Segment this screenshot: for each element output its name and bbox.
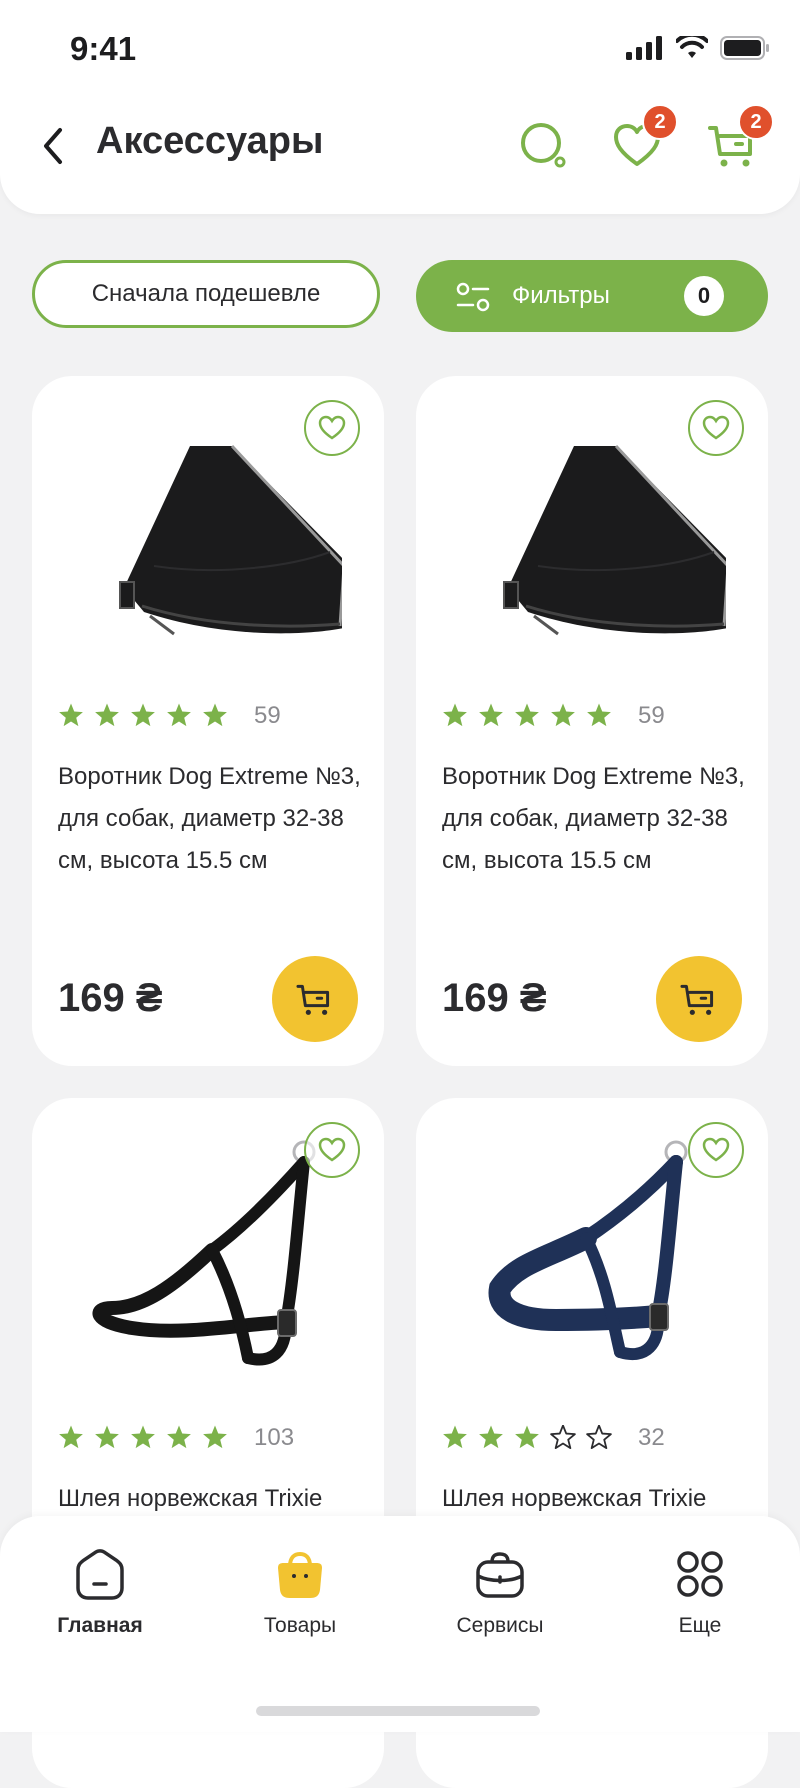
heart-icon — [702, 415, 730, 440]
star-filled-icon — [131, 703, 155, 727]
star-empty-icon — [586, 1425, 612, 1450]
star-filled-icon — [479, 703, 503, 727]
star-filled-icon — [167, 703, 191, 727]
home-icon — [76, 1549, 124, 1600]
sort-label: Сначала подешевле — [91, 280, 321, 307]
cart-icon — [296, 984, 330, 1015]
favorite-toggle[interactable] — [688, 1122, 744, 1178]
star-filled-icon — [515, 703, 539, 727]
product-card[interactable]: 59 Воротник Dog Extreme №3, для собак, д… — [416, 376, 768, 1066]
cart-badge: 2 — [738, 104, 774, 140]
star-filled-icon — [515, 1425, 539, 1449]
favorites-button[interactable]: 2 — [610, 104, 678, 172]
star-filled-icon — [479, 1425, 503, 1449]
heart-icon — [318, 1137, 346, 1162]
filter-label: Фильтры — [512, 282, 610, 309]
nav-label: Товары — [263, 1614, 337, 1637]
star-filled-icon — [95, 1425, 119, 1449]
cart-button[interactable]: 2 — [706, 104, 774, 172]
wifi-icon — [676, 36, 708, 58]
home-indicator — [256, 1706, 540, 1716]
star-filled-icon — [203, 1425, 227, 1449]
star-filled-icon — [443, 703, 467, 727]
search-icon — [521, 123, 566, 168]
product-name[interactable]: Шлея норвежская Trixie — [58, 1478, 368, 1520]
heart-icon — [702, 1137, 730, 1162]
status-time: 9:41 — [70, 30, 137, 67]
nav-label: Главная — [57, 1614, 143, 1637]
search-button[interactable] — [516, 118, 570, 172]
battery-icon — [720, 36, 769, 60]
add-to-cart-button[interactable] — [656, 956, 742, 1042]
nav-products[interactable]: Товары — [220, 1546, 380, 1638]
product-price: 169 ₴ — [442, 976, 547, 1020]
add-to-cart-button[interactable] — [272, 956, 358, 1042]
filter-icon — [456, 282, 490, 312]
navy-harness-image — [488, 1140, 688, 1360]
status-icons — [626, 36, 770, 60]
bag-icon — [278, 1551, 322, 1598]
favorites-badge: 2 — [642, 104, 678, 140]
star-filled-icon — [443, 1425, 467, 1449]
nav-home[interactable]: Главная — [20, 1546, 180, 1638]
filter-count: 0 — [684, 276, 724, 316]
review-count: 32 — [638, 1424, 665, 1451]
star-rating — [443, 703, 611, 727]
rating: 32 — [442, 1424, 665, 1452]
star-filled-icon — [59, 703, 83, 727]
star-filled-icon — [95, 703, 119, 727]
nav-services[interactable]: Сервисы — [420, 1546, 580, 1638]
sort-button[interactable]: Сначала подешевле — [32, 260, 380, 328]
black-cone-collar-image — [119, 444, 342, 636]
bottom-navigation: Главная Товары Сервисы Еще — [0, 1516, 800, 1732]
favorite-toggle[interactable] — [304, 1122, 360, 1178]
review-count: 103 — [254, 1424, 295, 1451]
star-filled-icon — [59, 1425, 83, 1449]
product-name[interactable]: Шлея норвежская Trixie — [442, 1478, 752, 1520]
product-name[interactable]: Воротник Dog Extreme №3, для собак, диам… — [442, 756, 752, 882]
black-cone-collar-image — [503, 444, 726, 636]
star-filled-icon — [203, 703, 227, 727]
signal-icon — [626, 36, 662, 60]
page-title: Аксессуары — [96, 120, 324, 162]
back-button[interactable] — [36, 120, 72, 172]
favorite-toggle[interactable] — [688, 400, 744, 456]
star-filled-icon — [131, 1425, 155, 1449]
cart-icon — [680, 984, 714, 1015]
nav-more[interactable]: Еще — [620, 1546, 780, 1638]
review-count: 59 — [254, 702, 281, 729]
star-filled-icon — [551, 703, 575, 727]
review-count: 59 — [638, 702, 665, 729]
star-rating — [59, 703, 227, 727]
favorite-toggle[interactable] — [304, 400, 360, 456]
star-empty-icon — [550, 1425, 576, 1450]
star-filled-icon — [167, 1425, 191, 1449]
grid-icon — [677, 1551, 723, 1597]
nav-label: Сервисы — [456, 1614, 544, 1637]
star-filled-icon — [587, 703, 611, 727]
star-rating — [443, 1425, 612, 1450]
product-name[interactable]: Воротник Dog Extreme №3, для собак, диам… — [58, 756, 368, 882]
product-card[interactable]: 59 Воротник Dog Extreme №3, для собак, д… — [32, 376, 384, 1066]
rating: 59 — [58, 702, 281, 730]
star-rating — [59, 1425, 227, 1449]
briefcase-icon — [476, 1552, 524, 1598]
rating: 103 — [58, 1424, 294, 1452]
product-price: 169 ₴ — [58, 976, 163, 1020]
rating: 59 — [442, 702, 665, 730]
nav-label: Еще — [678, 1614, 722, 1637]
heart-icon — [318, 415, 346, 440]
top-header: 9:41 Аксессуары 2 2 — [0, 0, 800, 214]
black-harness-image — [92, 1140, 316, 1366]
filter-button[interactable]: Фильтры 0 — [416, 260, 768, 332]
